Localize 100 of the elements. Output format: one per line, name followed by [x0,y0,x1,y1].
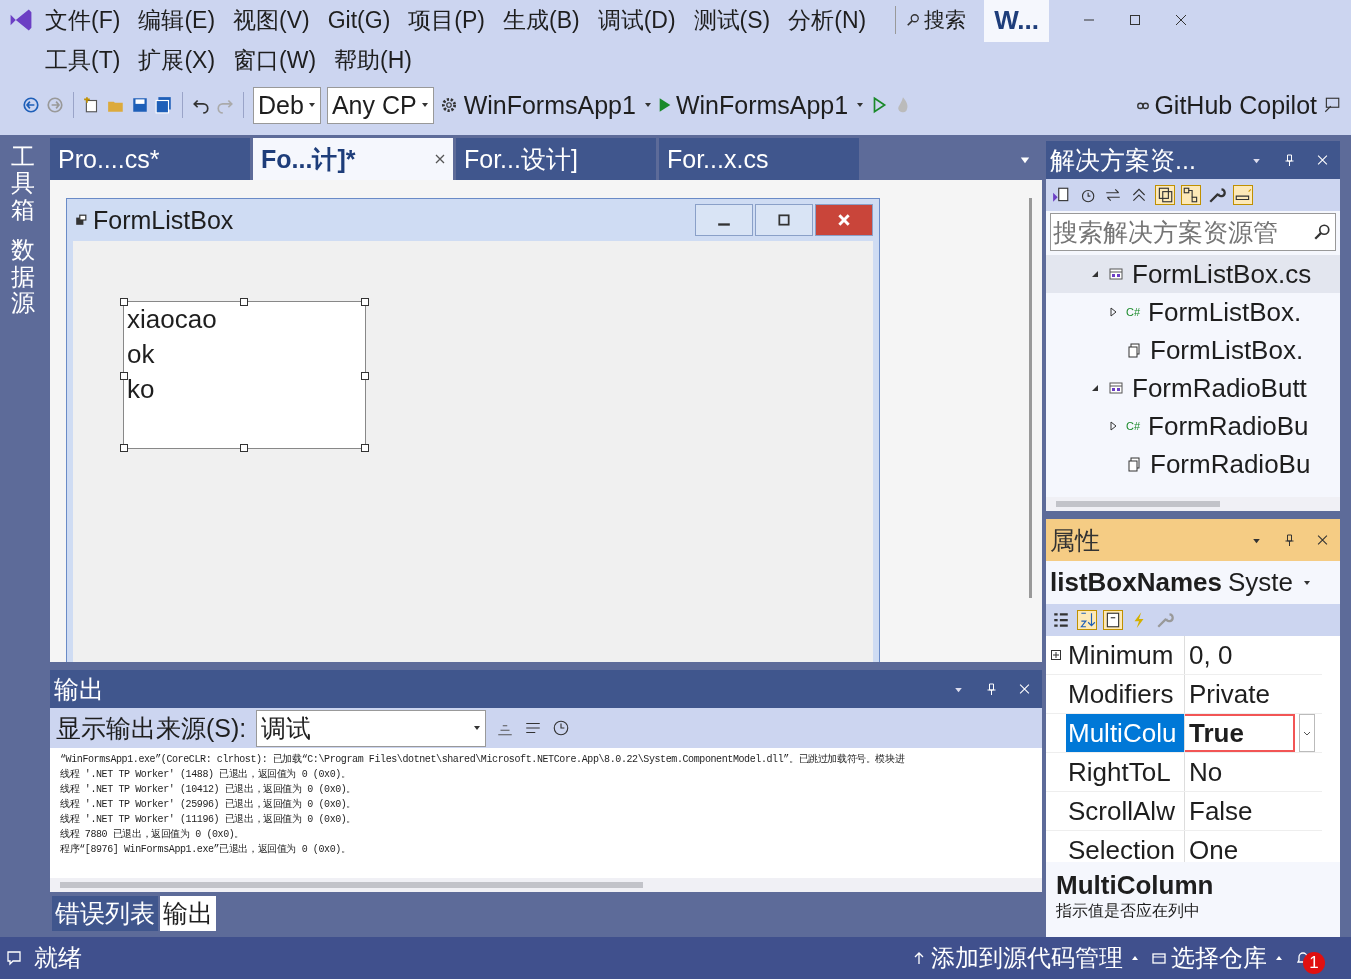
search-field[interactable]: 搜索解决方案资源管 [1050,213,1336,251]
pin-icon[interactable] [1284,534,1295,546]
menu-item[interactable]: 窗口(W) [226,44,324,76]
properties-icon[interactable] [1104,611,1122,629]
menu-item[interactable]: 测试(S) [686,4,778,36]
csharp-label: C# [1126,306,1141,318]
maximize-icon[interactable] [1129,14,1141,26]
document-tab[interactable]: Fo...计]* [253,138,453,180]
menu-item[interactable]: 分析(N) [781,4,874,36]
diagram-icon[interactable] [1182,186,1200,204]
output-line: 线程 '.NET TP Worker' (25996) 已退出，返回值为 0 (0x0)。 [60,797,358,812]
menu-item[interactable]: 调试(D) [590,4,683,36]
output-line: “WinFormsApp1.exe”(CoreCLR: clrhost): 已加载“C:\Program Files\dotnet\shared\Microsoft.NETCore.App\8.0.22\System.ComponentModel.dll”。已跳过加载符号。模块进 [60,752,906,767]
document-tab[interactable]: Pro....cs* [50,138,250,180]
csharp-label: C# [1126,420,1141,432]
side-tab[interactable]: 数据源 [11,237,35,317]
feedback-icon[interactable] [1323,96,1341,114]
caret-icon [473,724,482,732]
start-button[interactable]: WinFormsApp1 [657,90,865,120]
sort-icon[interactable] [1078,611,1096,629]
tree-item[interactable]: FormListBox.cs [1046,255,1340,293]
menu-item[interactable]: 生成(B) [496,4,587,36]
resize-handle[interactable] [361,372,369,380]
expander-icon[interactable] [1108,307,1118,317]
source-dropdown[interactable]: 调试 [256,709,487,747]
clock-icon[interactable] [552,719,571,737]
object-selector[interactable]: listBoxNames Syste [1046,561,1340,604]
menu-item[interactable]: 编辑(E) [131,4,223,36]
repository-button[interactable]: 选择仓库 [1151,942,1283,974]
close-icon[interactable] [435,154,445,164]
caret-icon [307,101,316,109]
search-button[interactable]: 搜索 [895,6,967,34]
property-name[interactable]: RightToL [1066,753,1185,791]
expander-icon[interactable] [1108,421,1118,431]
property-value-field[interactable]: True [1185,714,1295,752]
property-name[interactable]: Modifiers [1066,675,1185,713]
property-name[interactable]: Minimum [1066,636,1185,674]
resize-handle[interactable] [120,444,128,452]
output-line: 线程 '.NET TP Worker' (11196) 已退出，返回值为 0 (0x0)。 [60,812,358,827]
list-box[interactable]: xiaocao ok ko [123,301,366,449]
output-line: 线程 7880 已退出，返回值为 0 (0x0)。 [60,827,245,842]
preview-icon[interactable] [1234,186,1252,204]
menu-item[interactable]: Git(G) [320,6,398,34]
notification-badge[interactable]: 1 [1303,952,1325,974]
menu-item[interactable]: 文件(F) [38,4,128,36]
menu-item[interactable]: 帮助(H) [327,44,419,76]
panel-tab[interactable]: 输出 [160,896,216,931]
vs-logo-icon[interactable] [8,7,34,33]
caret-icon [1131,954,1139,962]
resize-handle[interactable] [240,444,248,452]
property-value: Private [1188,677,1270,711]
property-name[interactable]: ScrollAlw [1066,792,1185,830]
copilot-button[interactable]: GitHub Copilot [1136,90,1317,120]
menu-item[interactable]: 视图(V) [226,4,317,36]
close-icon[interactable] [1175,14,1187,26]
property-value: No [1188,755,1223,789]
tree-item[interactable]: C# FormListBox. [1046,293,1340,331]
resize-handle[interactable] [120,372,128,380]
source-label: 显示输出来源(S): [56,712,247,744]
tree-item[interactable]: FormRadioButt [1046,369,1340,407]
panel-title: 输出 [54,673,104,705]
caret-icon [1303,578,1311,587]
resize-handle[interactable] [361,298,369,306]
tree-item[interactable]: FormListBox. [1046,331,1340,369]
expander-icon[interactable] [1090,269,1100,279]
panel-title: 属性 [1050,524,1100,556]
document-tab[interactable]: For...x.cs [659,138,859,180]
resize-handle[interactable] [120,298,128,306]
save-all-icon[interactable] [155,96,173,114]
solution-icon[interactable] [1052,186,1070,204]
caret-icon [1275,954,1283,962]
platform-dropdown[interactable]: Any CP [326,86,434,124]
source-control-button[interactable]: 添加到源代码管理 [911,942,1139,974]
tree-item[interactable]: C# FormRadioBu [1046,407,1340,445]
panel-tab[interactable]: 错误列表 [52,896,158,931]
configuration-dropdown[interactable]: Deb [253,86,321,124]
expander-icon[interactable] [1090,383,1100,393]
resize-handle[interactable] [361,444,369,452]
menu-item[interactable]: 扩展(X) [131,44,223,76]
collapse-icon[interactable] [1130,186,1148,204]
gear-icon [439,96,458,114]
property-value: 0, 0 [1188,638,1233,672]
close-icon[interactable] [1317,534,1328,546]
document-tab[interactable]: For...设计] [456,138,656,180]
form-title: FormListBox [93,205,234,235]
property-name[interactable]: MultiColu [1066,714,1185,752]
sync-icon[interactable] [1104,186,1122,204]
back-icon[interactable] [22,96,40,114]
copy-icon[interactable] [1156,186,1174,204]
wrench-icon[interactable] [1208,186,1226,204]
expand-icon[interactable] [1051,650,1061,660]
categorized-icon[interactable] [1052,611,1070,629]
property-name[interactable]: Selection [1066,831,1185,862]
resize-handle[interactable] [240,298,248,306]
startup-project-dropdown[interactable]: WinFormsApp1 [463,90,652,120]
tree-item[interactable]: FormRadioBu [1046,445,1340,483]
save-icon[interactable] [131,96,149,114]
menu-item[interactable]: 项目(P) [401,4,492,36]
side-tab[interactable]: 工具箱 [11,144,35,224]
menu-item[interactable]: 工具(T) [38,44,128,76]
